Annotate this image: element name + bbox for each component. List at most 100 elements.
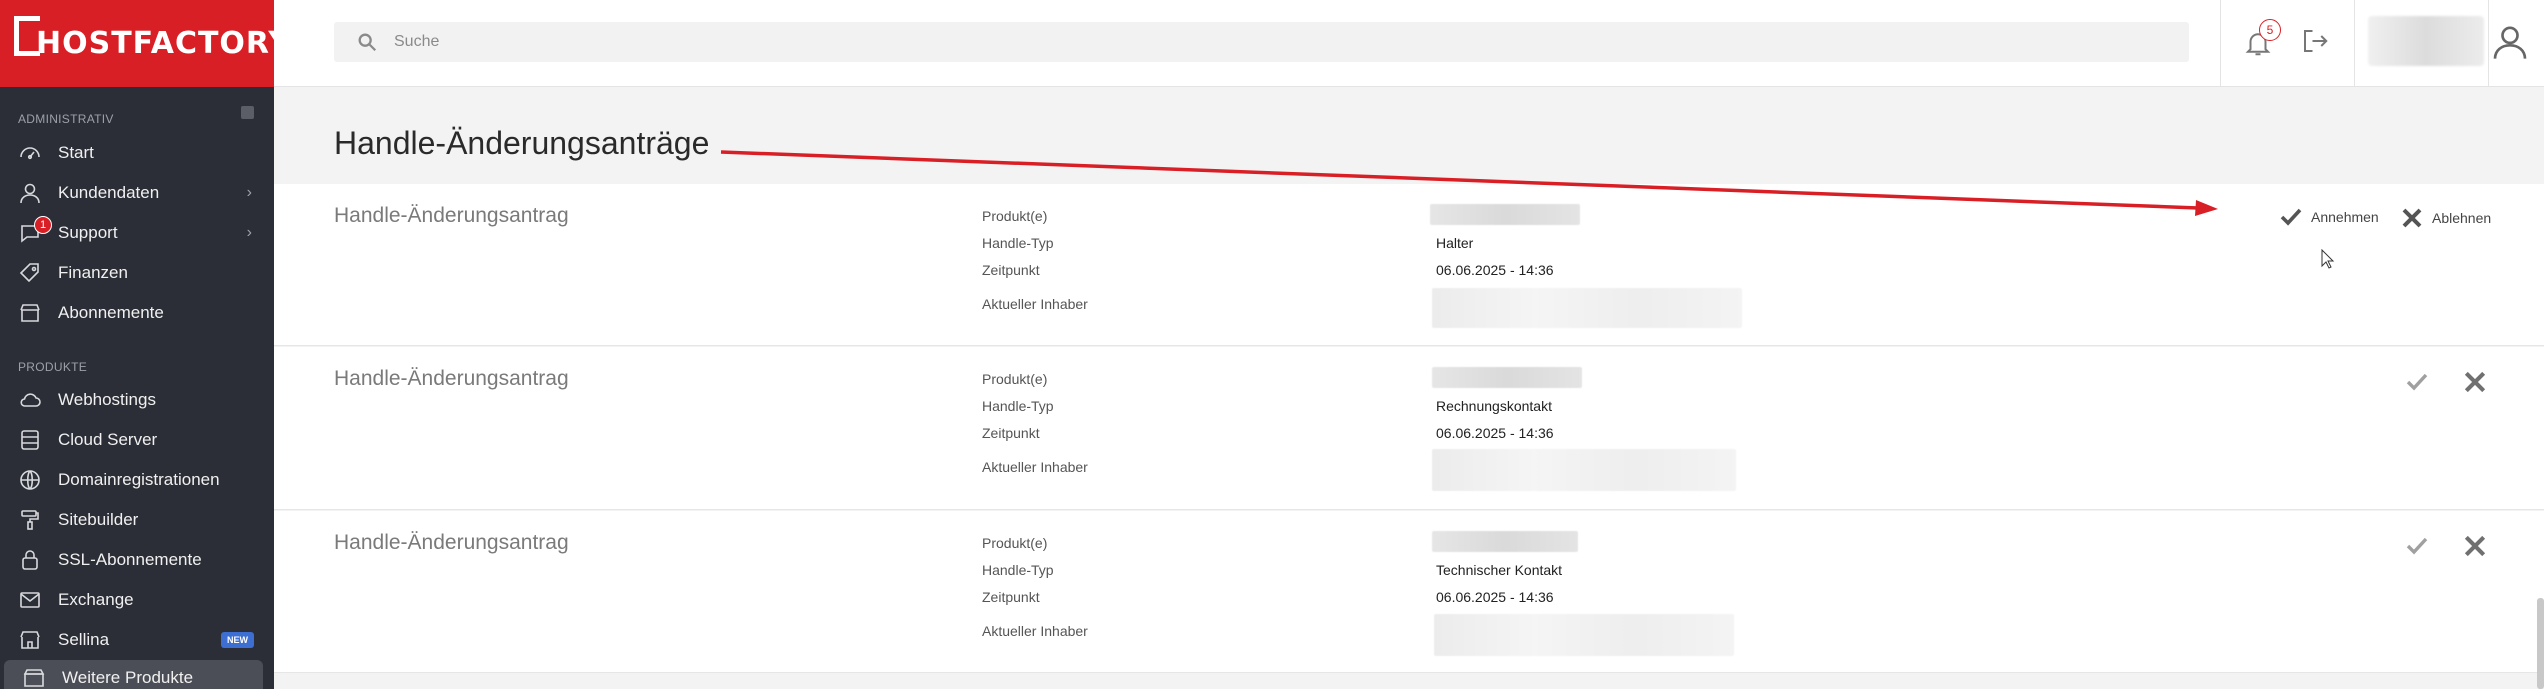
sidebar-item-kundendaten[interactable]: Kundendaten › <box>0 173 274 213</box>
request-title: Handle-Änderungsantrag <box>334 367 569 390</box>
handle-type-value: Technischer Kontakt <box>1436 562 1563 578</box>
sidebar-item-label: Weitere Produkte <box>62 668 194 687</box>
time-value: 06.06.2025 - 14:36 <box>1436 425 1554 441</box>
sidebar-item-exchange[interactable]: Exchange <box>0 580 274 620</box>
sidebar-item-label: SSL-Abonnemente <box>58 550 202 569</box>
close-icon <box>2464 371 2486 393</box>
notifications-count-badge: 5 <box>2259 19 2281 41</box>
sidebar-item-domainregistrationen[interactable]: Domainregistrationen <box>0 460 274 500</box>
current-owner-redacted <box>1432 288 1742 328</box>
support-badge: 1 <box>34 216 52 234</box>
sidebar-item-support[interactable]: 1 Support › <box>0 213 274 253</box>
sidebar-item-webhostings[interactable]: Webhostings <box>0 380 274 420</box>
request-card: Handle-Änderungsantrag Produkt(e) Handle… <box>274 511 2544 673</box>
topbar-divider <box>2488 0 2489 87</box>
sidebar: HOSTFACTORY ADMINISTRATIV Start Kundenda… <box>0 0 290 689</box>
close-icon <box>2464 535 2486 557</box>
close-icon <box>2402 208 2422 228</box>
user-avatar-icon <box>2493 26 2527 59</box>
sidebar-item-finanzen[interactable]: Finanzen <box>0 253 274 293</box>
chevron-right-icon: › <box>246 224 252 241</box>
products-label: Produkt(e) <box>982 371 1048 387</box>
globe-icon <box>18 468 42 492</box>
sidebar-item-label: Kundendaten <box>58 183 160 202</box>
mouse-cursor-icon <box>2321 249 2335 269</box>
box-icon <box>22 666 46 689</box>
sidebar-item-weitere-produkte[interactable]: Weitere Produkte <box>4 660 263 689</box>
tag-icon <box>18 261 42 285</box>
search-bar[interactable] <box>334 22 2189 62</box>
check-icon <box>2280 208 2302 226</box>
sidebar-collapse-button[interactable] <box>241 106 254 119</box>
time-value: 06.06.2025 - 14:36 <box>1436 262 1554 278</box>
time-label: Zeitpunkt <box>982 589 1040 605</box>
check-icon <box>2406 537 2428 555</box>
store-icon <box>18 301 42 325</box>
shop-icon <box>18 628 42 652</box>
section-title-products: PRODUKTE <box>18 360 88 374</box>
current-owner-label: Aktueller Inhaber <box>982 459 1088 475</box>
sidebar-item-ssl[interactable]: SSL-Abonnemente <box>0 540 274 580</box>
sidebar-item-cloud-server[interactable]: Cloud Server <box>0 420 274 460</box>
page-title: Handle-Änderungsanträge <box>334 125 710 161</box>
logout-button[interactable] <box>2300 26 2336 58</box>
sidebar-item-start[interactable]: Start <box>0 133 274 173</box>
products-label: Produkt(e) <box>982 535 1048 551</box>
sidebar-item-label: Start <box>58 143 94 162</box>
reject-button[interactable] <box>2460 531 2490 561</box>
current-owner-redacted <box>1434 614 1734 656</box>
sidebar-item-label: Domainregistrationen <box>58 470 220 489</box>
topbar-divider <box>2354 0 2355 87</box>
products-value-redacted <box>1432 531 1578 552</box>
handle-type-label: Handle-Typ <box>982 235 1054 251</box>
sidebar-item-label: Finanzen <box>58 263 128 282</box>
gauge-icon <box>18 141 42 165</box>
accept-button[interactable] <box>2402 531 2432 561</box>
products-value-redacted <box>1430 204 1580 225</box>
logout-icon <box>2304 30 2328 52</box>
paint-roller-icon <box>18 508 42 532</box>
chevron-right-icon: › <box>246 184 252 201</box>
handle-type-label: Handle-Typ <box>982 398 1054 414</box>
scrollbar-thumb[interactable] <box>2537 598 2544 689</box>
sidebar-item-label: Cloud Server <box>58 430 158 449</box>
brand-name: HOSTFACTORY <box>36 26 292 61</box>
sidebar-item-label: Webhostings <box>58 390 156 409</box>
request-card: Handle-Änderungsantrag Produkt(e) Handle… <box>274 347 2544 510</box>
sidebar-item-label: Sellina <box>58 630 110 649</box>
current-owner-label: Aktueller Inhaber <box>982 623 1088 639</box>
sidebar-item-label: Support <box>58 223 118 242</box>
request-title: Handle-Änderungsantrag <box>334 531 569 554</box>
handle-type-value: Rechnungskontakt <box>1436 398 1552 414</box>
sidebar-item-label: Exchange <box>58 590 134 609</box>
current-owner-redacted <box>1432 449 1736 491</box>
sidebar-item-abonnemente[interactable]: Abonnemente <box>0 293 274 333</box>
top-bar: 5 <box>274 0 2544 87</box>
products-value-redacted <box>1432 367 1582 388</box>
current-owner-label: Aktueller Inhaber <box>982 296 1088 312</box>
request-title: Handle-Änderungsantrag <box>334 204 569 227</box>
new-badge: NEW <box>221 632 254 648</box>
reject-button[interactable] <box>2460 367 2490 397</box>
accept-button[interactable]: Annehmen <box>2279 206 2379 228</box>
time-label: Zeitpunkt <box>982 262 1040 278</box>
user-avatar-button[interactable] <box>2490 22 2532 64</box>
brand-logo[interactable]: HOSTFACTORY <box>0 0 290 87</box>
reject-button[interactable]: Ablehnen <box>2400 206 2491 230</box>
handle-type-label: Handle-Typ <box>982 562 1054 578</box>
section-title-admin: ADMINISTRATIV <box>18 112 114 126</box>
user-name-redacted <box>2368 16 2484 66</box>
reject-label: Ablehnen <box>2432 210 2492 226</box>
sidebar-item-label: Sitebuilder <box>58 510 139 529</box>
search-input[interactable] <box>394 33 2094 51</box>
check-icon <box>2406 373 2428 391</box>
accept-button[interactable] <box>2402 367 2432 397</box>
search-icon <box>358 33 377 52</box>
sidebar-item-sitebuilder[interactable]: Sitebuilder <box>0 500 274 540</box>
lock-icon <box>18 548 42 572</box>
request-card: Handle-Änderungsantrag Produkt(e) Handle… <box>274 184 2544 346</box>
time-value: 06.06.2025 - 14:36 <box>1436 589 1554 605</box>
sidebar-item-sellina[interactable]: Sellina NEW <box>0 620 274 660</box>
products-label: Produkt(e) <box>982 208 1048 224</box>
notifications-button[interactable]: 5 <box>2243 19 2281 60</box>
